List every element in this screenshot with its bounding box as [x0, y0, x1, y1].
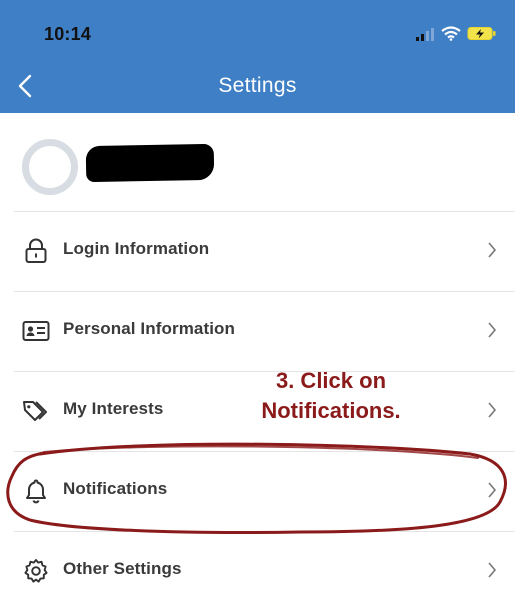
page-title: Settings — [218, 74, 297, 97]
chevron-right-icon — [487, 479, 501, 501]
redacted-username — [85, 143, 215, 183]
status-bar: 10:14 — [0, 0, 515, 60]
chevron-right-icon — [487, 559, 501, 581]
menu-item-login-information[interactable]: Login Information — [0, 211, 515, 291]
gear-icon — [22, 557, 50, 585]
menu-item-notifications[interactable]: Notifications — [0, 451, 515, 531]
lock-icon — [22, 237, 50, 265]
menu-item-label: Other Settings — [63, 559, 182, 578]
chevron-right-icon — [487, 239, 501, 261]
menu-item-other-settings[interactable]: Other Settings — [0, 531, 515, 604]
app-header: 10:14 Settings — [0, 0, 515, 113]
profile-row[interactable] — [0, 113, 515, 211]
menu-item-personal-information[interactable]: Personal Information — [0, 291, 515, 371]
nav-bar: Settings — [0, 60, 515, 113]
menu-item-label: Personal Information — [63, 319, 236, 338]
wifi-icon — [441, 26, 461, 41]
annotation-line-2: Notifications. — [261, 398, 401, 423]
menu-item-label: Login Information — [63, 239, 210, 258]
status-icons — [415, 26, 497, 41]
chevron-right-icon — [487, 399, 501, 421]
id-card-icon — [22, 317, 50, 345]
divider — [14, 531, 515, 532]
tags-icon — [22, 397, 50, 425]
divider — [14, 211, 515, 212]
instruction-annotation: 3. Click on Notifications. — [246, 366, 416, 426]
menu-item-label: Notifications — [63, 479, 168, 498]
divider — [14, 291, 515, 292]
battery-charging-icon — [467, 27, 496, 40]
annotation-line-1: 3. Click on — [275, 368, 387, 393]
chevron-right-icon — [487, 319, 501, 341]
divider — [14, 451, 515, 452]
bell-icon — [22, 477, 50, 505]
avatar — [22, 139, 78, 195]
signal-icon — [416, 27, 434, 41]
status-time: 10:14 — [44, 24, 92, 44]
menu-item-label: My Interests — [63, 399, 164, 418]
